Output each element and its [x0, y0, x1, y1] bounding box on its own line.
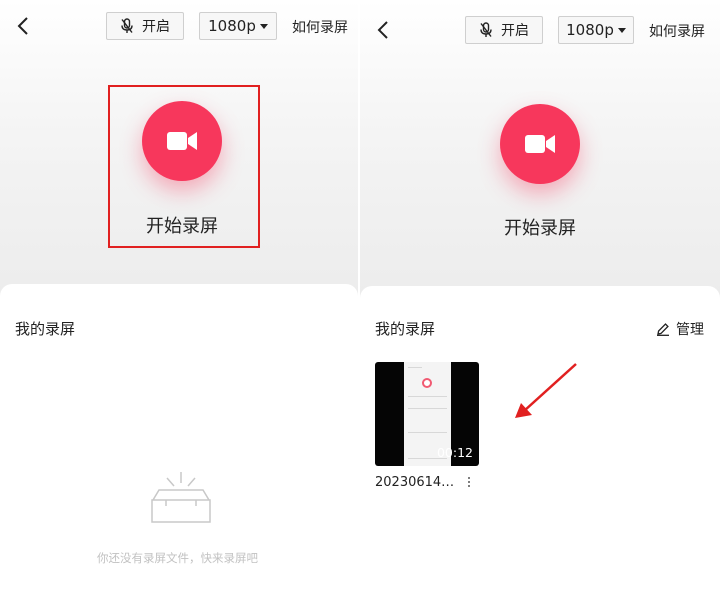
resolution-value: 1080p: [566, 21, 614, 39]
my-recordings-title: 我的录屏: [15, 320, 76, 338]
microphone-label: 开启: [142, 19, 170, 35]
empty-box-icon: [151, 472, 211, 523]
screen-before: 开启 1080p 如何录屏 开始录屏 我的录屏 你还没有录屏文件，快来录屏吧: [0, 0, 358, 589]
empty-state-text: 你还没有录屏文件，快来录屏吧: [97, 551, 258, 565]
my-recordings-title: 我的录屏: [375, 320, 436, 338]
caret-down-icon: [259, 23, 268, 29]
recording-file-name[interactable]: 20230614…: [375, 475, 454, 490]
resolution-select[interactable]: 1080p: [199, 12, 277, 40]
resolution-value: 1080p: [208, 17, 256, 35]
back-button[interactable]: [371, 15, 395, 45]
chevron-left-icon: [17, 17, 28, 35]
how-to-record-link[interactable]: 如何录屏: [649, 21, 705, 41]
screen-after: 开启 1080p 如何录屏 开始录屏 我的录屏 管理 00:12 2023061…: [360, 0, 720, 589]
start-recording-label[interactable]: 开始录屏: [468, 214, 612, 240]
microphone-label: 开启: [501, 23, 529, 39]
video-camera-icon: [525, 135, 555, 153]
red-arrow-icon: [515, 363, 577, 418]
manage-label: 管理: [676, 322, 704, 338]
microphone-toggle[interactable]: 开启: [465, 16, 543, 44]
microphone-toggle[interactable]: 开启: [106, 12, 184, 40]
caret-down-icon: [617, 27, 626, 33]
recording-thumbnail[interactable]: 00:12: [375, 362, 479, 466]
edit-pencil-icon: [657, 323, 669, 336]
start-recording-button[interactable]: [500, 104, 580, 184]
back-button[interactable]: [11, 11, 35, 41]
manage-button[interactable]: 管理: [656, 319, 704, 339]
how-to-record-link[interactable]: 如何录屏: [292, 17, 348, 37]
record-dot-icon: [422, 378, 432, 388]
highlight-box: [108, 85, 260, 248]
chevron-left-icon: [377, 21, 388, 39]
microphone-icon: [480, 22, 492, 37]
microphone-icon: [121, 18, 133, 33]
resolution-select[interactable]: 1080p: [558, 16, 634, 44]
more-vertical-icon[interactable]: [464, 474, 474, 490]
recording-duration: 00:12: [436, 445, 473, 460]
